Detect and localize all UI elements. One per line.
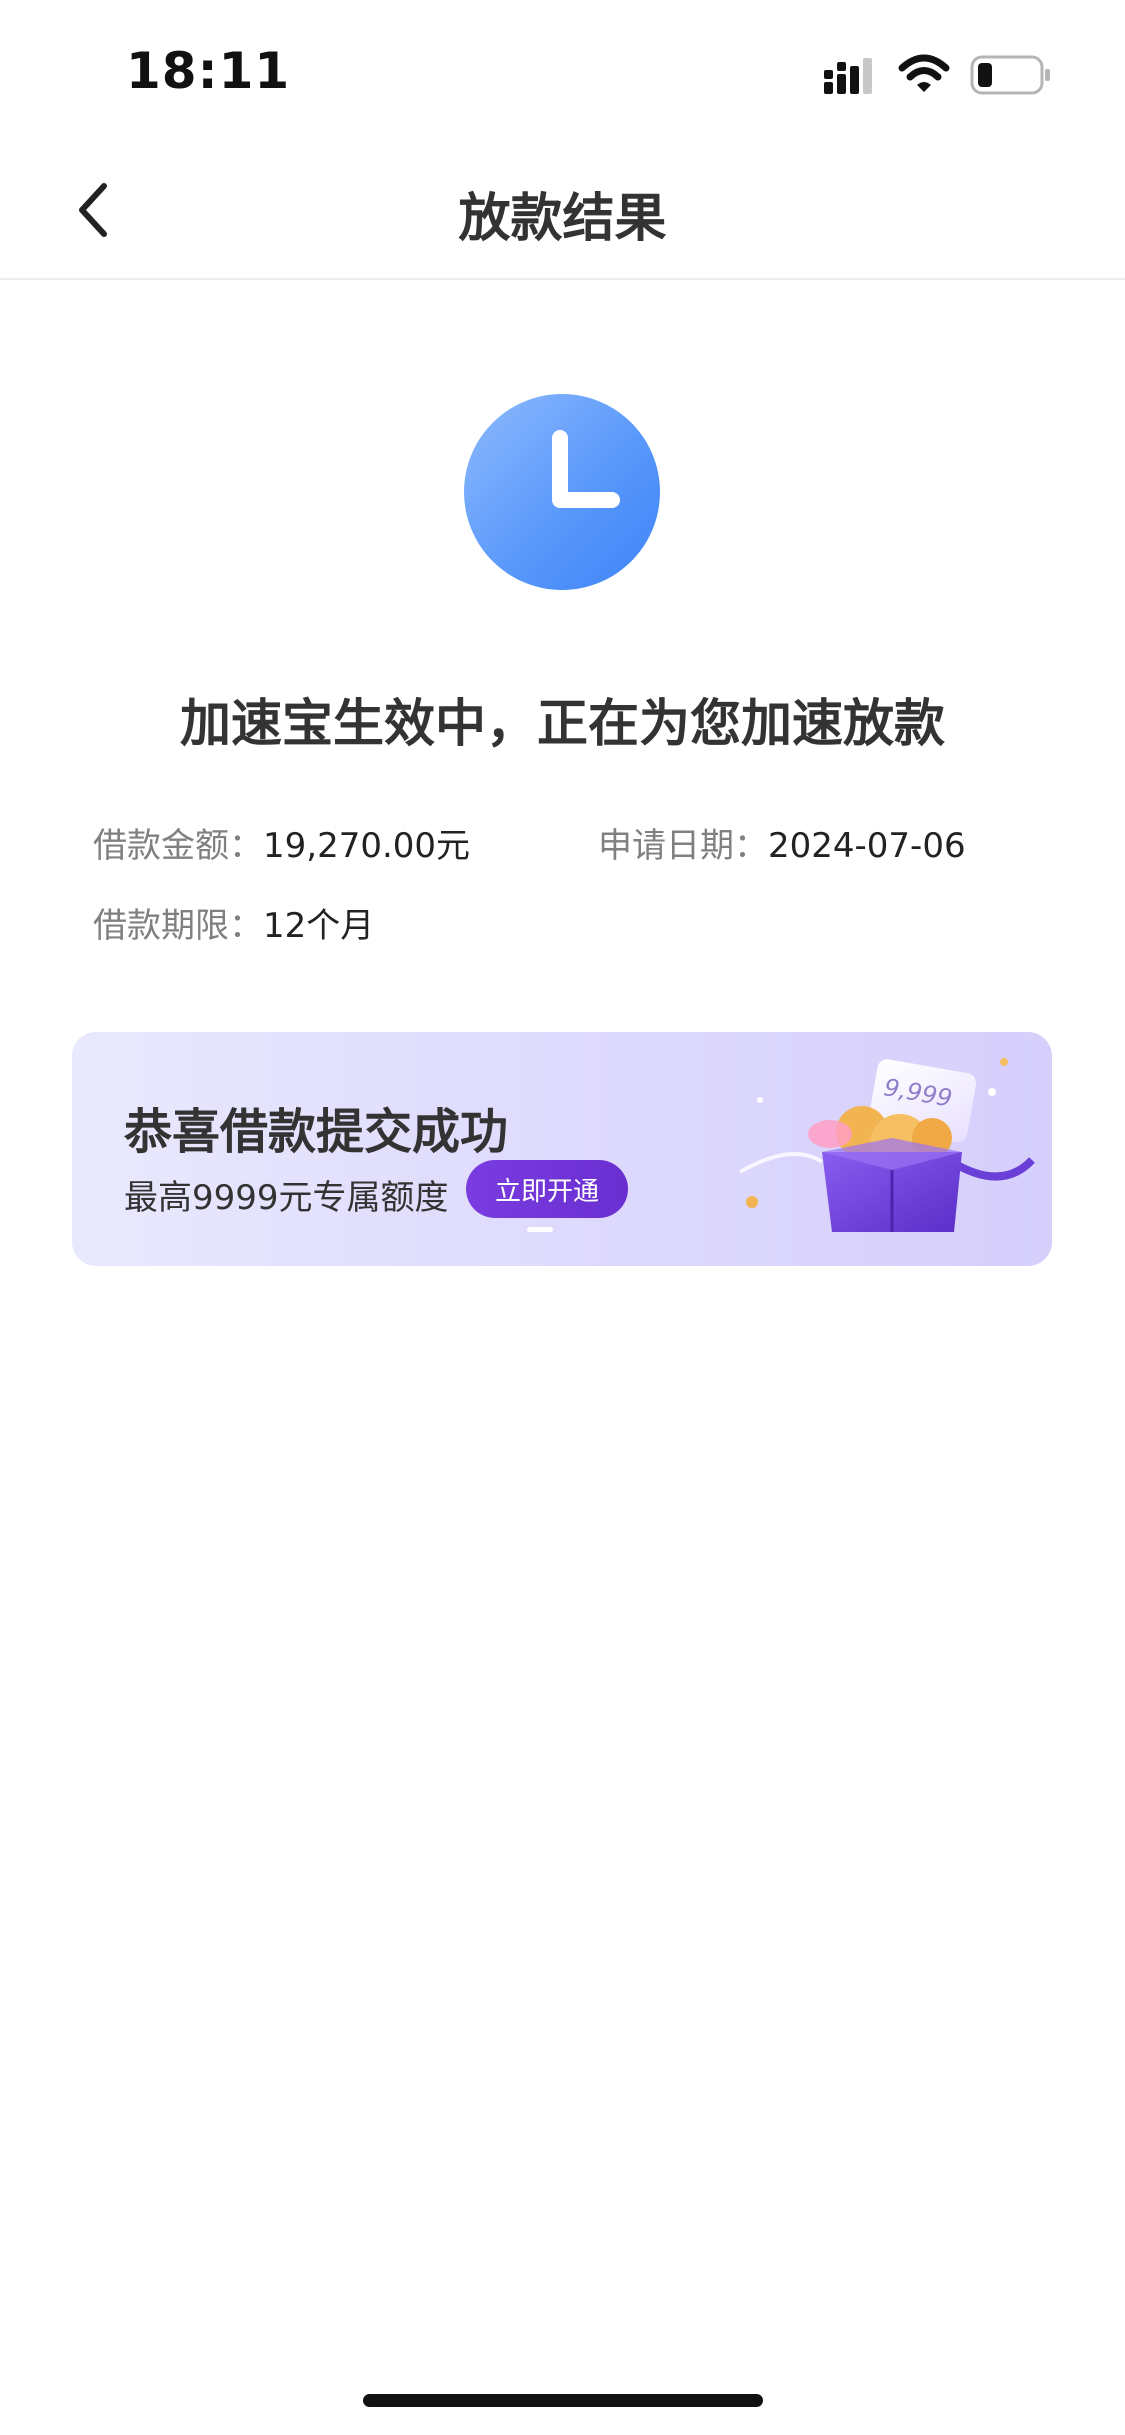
apply-date: 申请日期：2024-07-06 bbox=[598, 818, 966, 867]
loan-amount: 借款金额：19,270.00元 bbox=[93, 818, 470, 867]
home-indicator bbox=[363, 2394, 763, 2407]
page-title: 放款结果 bbox=[458, 189, 667, 249]
navigation-bar: 放款结果 bbox=[0, 140, 1125, 280]
open-now-button[interactable]: 立即开通 bbox=[466, 1160, 628, 1218]
clock-icon bbox=[464, 394, 660, 590]
banner-subtitle: 最高9999元专属额度 bbox=[124, 1178, 449, 1218]
wifi-icon bbox=[898, 54, 950, 92]
loan-term-label: 借款期限： bbox=[93, 906, 263, 946]
loan-amount-label: 借款金额： bbox=[93, 826, 263, 866]
apply-date-label: 申请日期： bbox=[598, 826, 768, 866]
battery-icon bbox=[970, 55, 1050, 95]
gift-box-icon: 9,999 bbox=[739, 1058, 1035, 1232]
promo-banner[interactable]: 恭喜借款提交成功 最高9999元专属额度 立即开通 9,999 bbox=[72, 1032, 1052, 1266]
loan-term: 借款期限：12个月 bbox=[93, 898, 374, 947]
loan-status-message: 加速宝生效中，正在为您加速放款 bbox=[179, 695, 945, 754]
cellular-signal-icon bbox=[824, 58, 872, 94]
status-time: 18:11 bbox=[126, 42, 291, 100]
loan-amount-value: 19,270.00元 bbox=[263, 826, 471, 866]
loan-term-value: 12个月 bbox=[263, 906, 375, 946]
apply-date-value: 2024-07-06 bbox=[768, 826, 966, 866]
status-bar: 18:11 bbox=[0, 0, 1125, 140]
banner-title: 恭喜借款提交成功 bbox=[124, 1104, 509, 1160]
carousel-indicator bbox=[527, 1227, 553, 1232]
